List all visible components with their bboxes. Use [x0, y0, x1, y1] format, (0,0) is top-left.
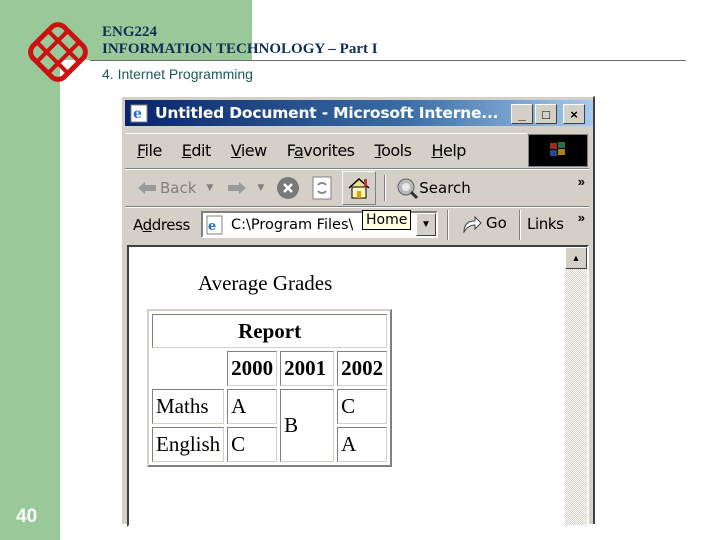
address-label: Address: [133, 216, 190, 234]
grades-table: Report 2000 2001 2002 Maths A B C Englis…: [147, 309, 393, 467]
address-bar: Address e C:\Program Files\ ▼ Go Links »: [125, 208, 589, 242]
maximize-icon: □: [542, 106, 550, 122]
search-icon: [397, 178, 419, 199]
subject-cell: English: [152, 427, 225, 462]
menu-bar: File Edit View Favorites Tools Help: [125, 133, 527, 167]
home-tooltip: Home: [362, 210, 412, 230]
home-button[interactable]: [342, 171, 377, 205]
table-caption-row: Report: [152, 314, 388, 348]
links-button[interactable]: Links: [527, 215, 564, 233]
course-title: INFORMATION TECHNOLOGY – Part I: [102, 41, 378, 57]
go-button[interactable]: Go: [461, 213, 507, 233]
refresh-icon: [312, 176, 332, 200]
links-separator: [519, 210, 521, 240]
page-viewport: Average Grades Report 2000 2001 2002 Mat…: [127, 245, 589, 527]
year-header: 2000: [227, 351, 278, 386]
subject-cell: Maths: [152, 389, 225, 424]
refresh-button[interactable]: [312, 176, 332, 200]
svg-text:e: e: [208, 219, 216, 234]
grade-cell: C: [227, 427, 278, 462]
menu-tools[interactable]: Tools: [375, 141, 412, 160]
forward-button[interactable]: ▼: [227, 181, 264, 195]
merged-grade-cell: B: [280, 389, 335, 462]
toolbar-separator: [384, 175, 387, 201]
grade-cell: A: [337, 427, 388, 462]
search-label: Search: [419, 179, 471, 197]
menu-view-label: iew: [240, 141, 267, 160]
links-more-icon[interactable]: »: [578, 210, 585, 225]
scroll-up-button[interactable]: ▲: [565, 247, 587, 269]
course-heading: ENG224 INFORMATION TECHNOLOGY – Part I: [102, 24, 378, 58]
forward-dropdown-icon[interactable]: ▼: [257, 183, 264, 193]
stop-button[interactable]: [276, 176, 300, 200]
home-icon: [348, 177, 370, 199]
search-button[interactable]: Search: [396, 177, 471, 199]
menu-favorites-label: vorites: [303, 141, 355, 160]
page-heading: Average Grades: [198, 271, 333, 295]
menu-favorites-accel: a: [293, 141, 304, 160]
back-button[interactable]: Back ▼: [137, 179, 213, 197]
minimize-icon: _: [518, 106, 526, 122]
windows-logo: [528, 134, 588, 167]
back-arrow-icon: [138, 182, 156, 194]
empty-header-cell: [152, 351, 224, 386]
vertical-scrollbar[interactable]: ▲: [565, 247, 587, 525]
year-header: 2002: [337, 351, 388, 386]
table-caption: Report: [152, 314, 388, 348]
menu-favorites[interactable]: Favorites: [287, 141, 355, 160]
menu-view-accel: V: [230, 141, 242, 160]
address-label-accel: d: [142, 216, 153, 234]
menu-edit-accel: E: [181, 141, 192, 160]
title-divider: [90, 60, 686, 61]
minimize-button[interactable]: _: [511, 104, 533, 124]
slide-page-number: 40: [16, 506, 38, 527]
menu-edit[interactable]: Edit: [182, 141, 211, 160]
menu-file-accel: F: [137, 141, 145, 160]
menu-help-label: elp: [442, 141, 466, 160]
address-label-pre: A: [133, 216, 143, 234]
close-icon: ×: [570, 106, 578, 122]
forward-arrow-icon: [228, 182, 247, 194]
page-icon: e: [206, 215, 223, 234]
go-arrow-icon: [463, 215, 482, 233]
browser-window: e Untitled Document - Microsoft Interne.…: [121, 96, 595, 527]
university-logo-icon: [28, 22, 88, 82]
table-row: Maths A B C: [152, 389, 388, 462]
svg-text:e: e: [133, 106, 142, 122]
menu-file-label: ile: [144, 141, 163, 160]
menu-favorites-pre: F: [286, 141, 295, 160]
address-separator: [447, 210, 449, 240]
back-label: Back: [160, 179, 197, 197]
table-row: English C A: [152, 427, 388, 462]
address-label-rest: dress: [151, 216, 191, 234]
stop-icon: [277, 177, 300, 199]
menu-help-accel: H: [431, 141, 443, 160]
chevron-down-icon: ▼: [421, 219, 431, 230]
table-header-row: 2000 2001 2002: [152, 351, 388, 386]
toolbar-more-icon[interactable]: »: [578, 174, 585, 189]
grade-cell: C: [337, 389, 388, 424]
menu-edit-label: dit: [191, 141, 211, 160]
standard-toolbar: Back ▼ ▼ Search »: [125, 170, 589, 206]
menu-tools-label: ools: [381, 141, 412, 160]
menu-file[interactable]: File: [137, 141, 162, 160]
title-bar[interactable]: e Untitled Document - Microsoft Interne.…: [125, 100, 593, 126]
menu-help[interactable]: Help: [431, 141, 466, 160]
internet-explorer-icon: e: [130, 104, 148, 123]
back-dropdown-icon[interactable]: ▼: [206, 183, 213, 193]
scroll-up-arrow-icon: ▲: [571, 253, 581, 263]
go-label: Go: [486, 214, 507, 232]
section-title: 4. Internet Programming: [102, 66, 253, 82]
address-dropdown-button[interactable]: ▼: [416, 213, 436, 236]
windows-flag-icon: [550, 142, 565, 156]
address-value: C:\Program Files\: [231, 216, 354, 233]
course-code: ENG224: [102, 24, 158, 40]
menu-view[interactable]: View: [231, 141, 267, 160]
year-header: 2001: [280, 351, 335, 386]
close-button[interactable]: ×: [563, 104, 585, 124]
maximize-button[interactable]: □: [535, 104, 557, 124]
grade-cell: A: [227, 389, 278, 424]
window-title: Untitled Document - Microsoft Interne...: [155, 104, 499, 122]
